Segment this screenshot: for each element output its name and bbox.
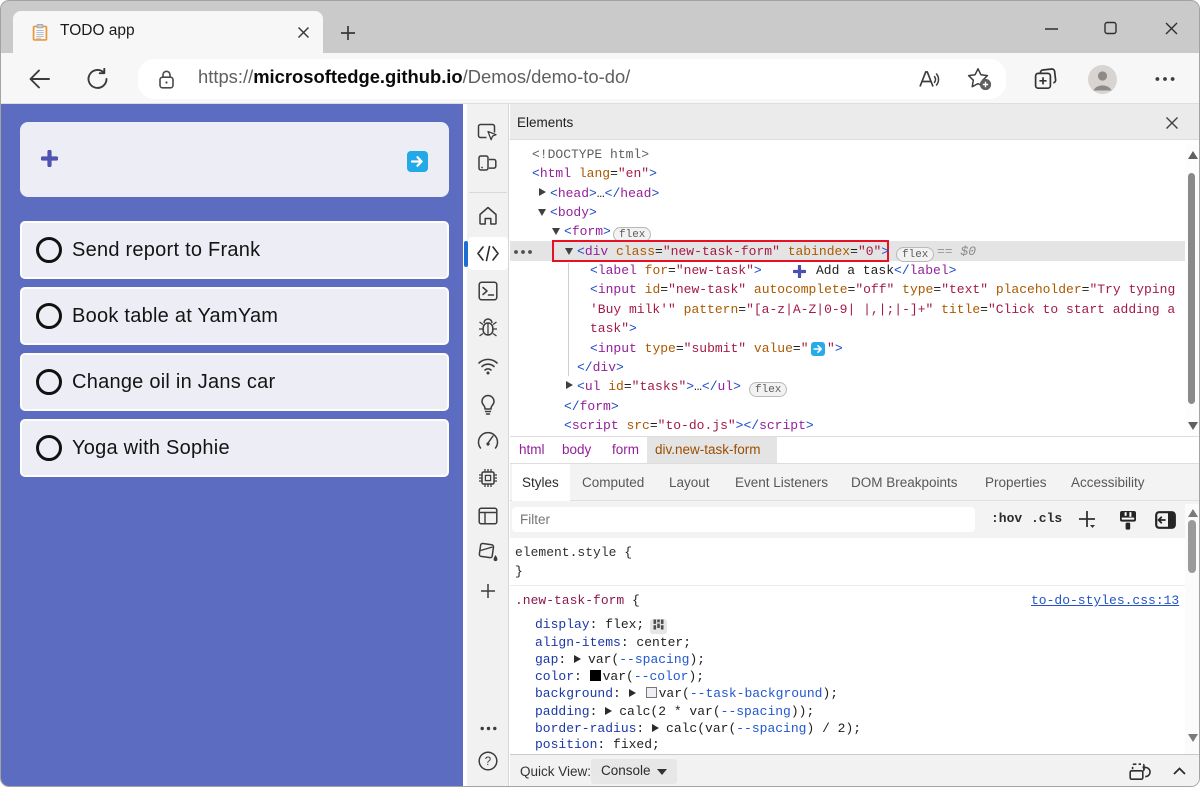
svg-text:?: ?: [485, 756, 491, 768]
